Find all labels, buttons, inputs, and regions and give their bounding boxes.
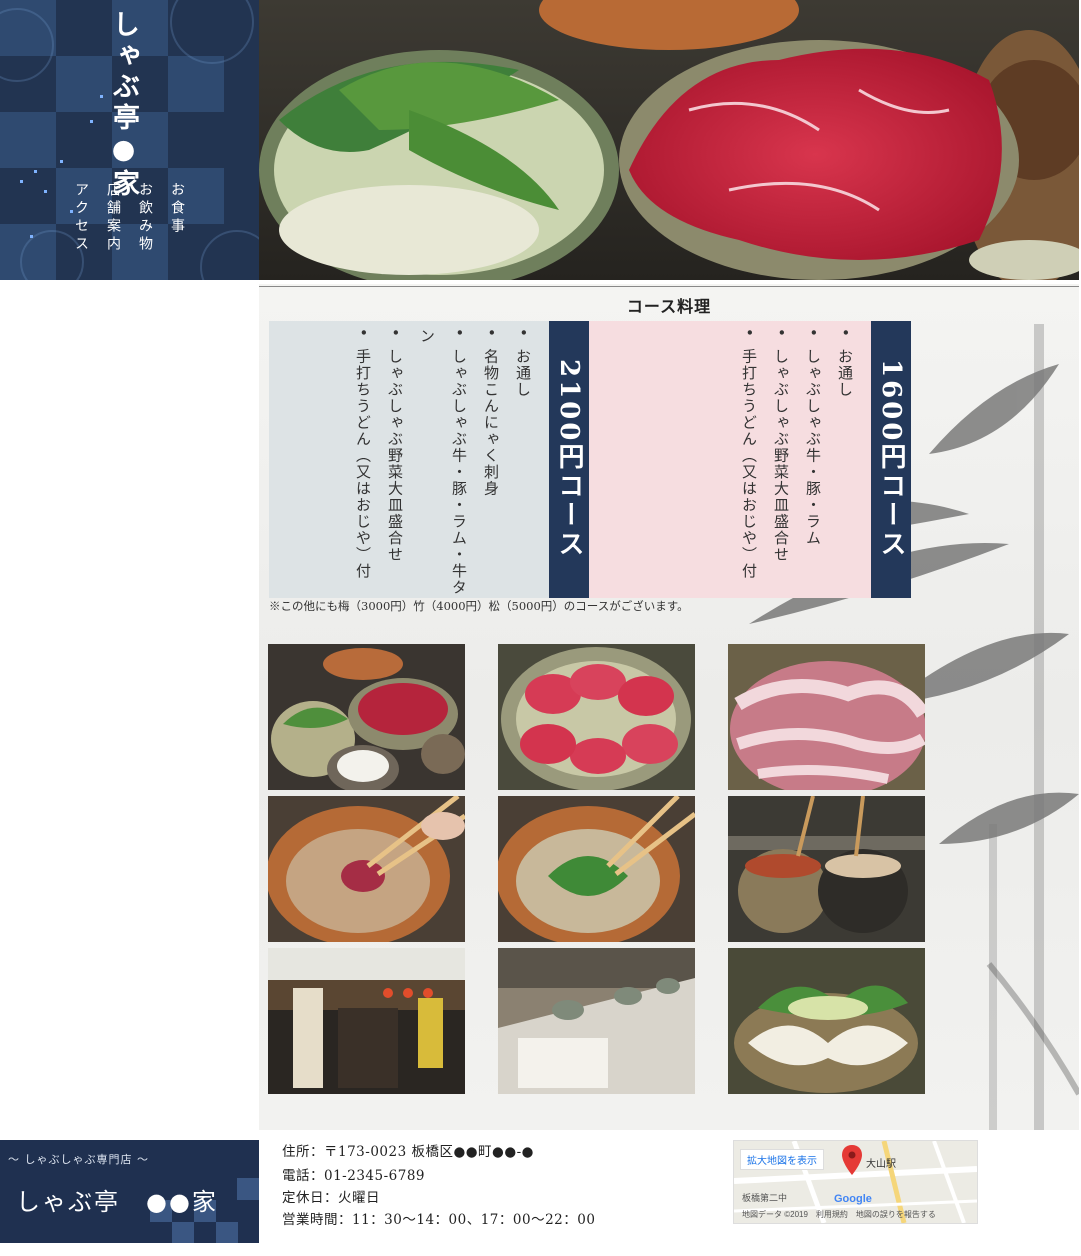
nav-item-access[interactable]: アクセス xyxy=(73,182,89,254)
list-item: お通し xyxy=(507,328,539,598)
map-place-label: 板橋第二中 xyxy=(742,1193,788,1203)
map-pin-icon xyxy=(842,1145,862,1175)
course-items-1600: お通し しゃぶしゃぶ牛・豚・ラム しゃぶしゃぶ野菜大皿盛合せ 手打ちうどん（又は… xyxy=(731,328,861,598)
list-item: 手打ちうどん（又はおじや）付 xyxy=(733,328,765,598)
divider xyxy=(259,286,1079,287)
list-item: 名物こんにゃく刺身 xyxy=(475,328,507,598)
site-logo[interactable]: しゃぶ亭●家 xyxy=(108,10,139,200)
course-title-1600: 1600円コース xyxy=(871,321,911,598)
shop-hours: 営業時間：11：30〜14：00、17：00〜22：00 xyxy=(282,1212,596,1228)
shop-phone: 電話：01-2345-6789 xyxy=(282,1168,426,1184)
list-item: しゃぶしゃぶ野菜大皿盛合せ xyxy=(379,328,411,598)
footer-logo: 〜 しゃぶしゃぶ専門店 〜 しゃぶ亭 ●●家 xyxy=(0,1140,259,1243)
photo-shabu-beef[interactable] xyxy=(268,796,465,942)
photo-udon[interactable] xyxy=(728,948,925,1094)
nav-item-store-info[interactable]: 店舗案内 xyxy=(105,182,121,254)
map-enlarge-link[interactable]: 拡大地図を表示 xyxy=(740,1149,824,1170)
photo-sauces[interactable] xyxy=(728,796,925,942)
section-title: コース料理 xyxy=(626,297,712,316)
course-title-2100: 2100円コース xyxy=(549,321,589,598)
hero-photo xyxy=(259,0,1079,280)
photo-shabu-greens[interactable] xyxy=(498,796,695,942)
list-item: 手打ちうどん（又はおじや）付 xyxy=(347,328,379,598)
photo-beef-platter[interactable] xyxy=(498,644,695,790)
map-attribution[interactable]: 地図データ ©2019 利用規約 地図の誤りを報告する xyxy=(742,1209,936,1220)
nav-item-food[interactable]: お食事 xyxy=(169,182,185,236)
list-item: お通し xyxy=(829,328,861,598)
list-item: しゃぶしゃぶ牛・豚・ラム・牛タン xyxy=(411,328,475,598)
photo-set-meal[interactable] xyxy=(268,644,465,790)
list-item: しゃぶしゃぶ牛・豚・ラム xyxy=(797,328,829,598)
google-map[interactable]: 拡大地図を表示 大山駅 板橋第二中 Google 地図データ ©2019 利用規… xyxy=(733,1140,978,1224)
photo-pork-platter[interactable] xyxy=(728,644,925,790)
shop-address: 住所：〒173-0023 板橋区●●町●●-● xyxy=(282,1144,534,1160)
shop-closed-day: 定休日：火曜日 xyxy=(282,1190,380,1206)
course-note: ※この他にも梅（3000円）竹（4000円）松（5000円）のコースがございます… xyxy=(269,599,689,613)
course-items-2100: お通し 名物こんにゃく刺身 しゃぶしゃぶ牛・豚・ラム・牛タン しゃぶしゃぶ野菜大… xyxy=(354,328,539,598)
nav-item-drinks[interactable]: お飲み物 xyxy=(137,182,153,254)
photo-counter[interactable] xyxy=(498,948,695,1094)
footer-tagline: 〜 しゃぶしゃぶ専門店 〜 xyxy=(8,1153,149,1166)
photo-storefront[interactable] xyxy=(268,948,465,1094)
google-logo: Google xyxy=(834,1193,872,1205)
site-nav: しゃぶ亭●家 お食事 お飲み物 店舗案内 アクセス xyxy=(0,0,259,280)
course-section: コース料理 1600円コース お通し しゃぶしゃぶ牛・豚・ラム しゃぶしゃぶ野菜… xyxy=(259,284,1079,1130)
map-station-label: 大山駅 xyxy=(866,1159,896,1170)
list-item: しゃぶしゃぶ野菜大皿盛合せ xyxy=(765,328,797,598)
footer-shop-name: しゃぶ亭 ●●家 xyxy=(16,1188,218,1216)
